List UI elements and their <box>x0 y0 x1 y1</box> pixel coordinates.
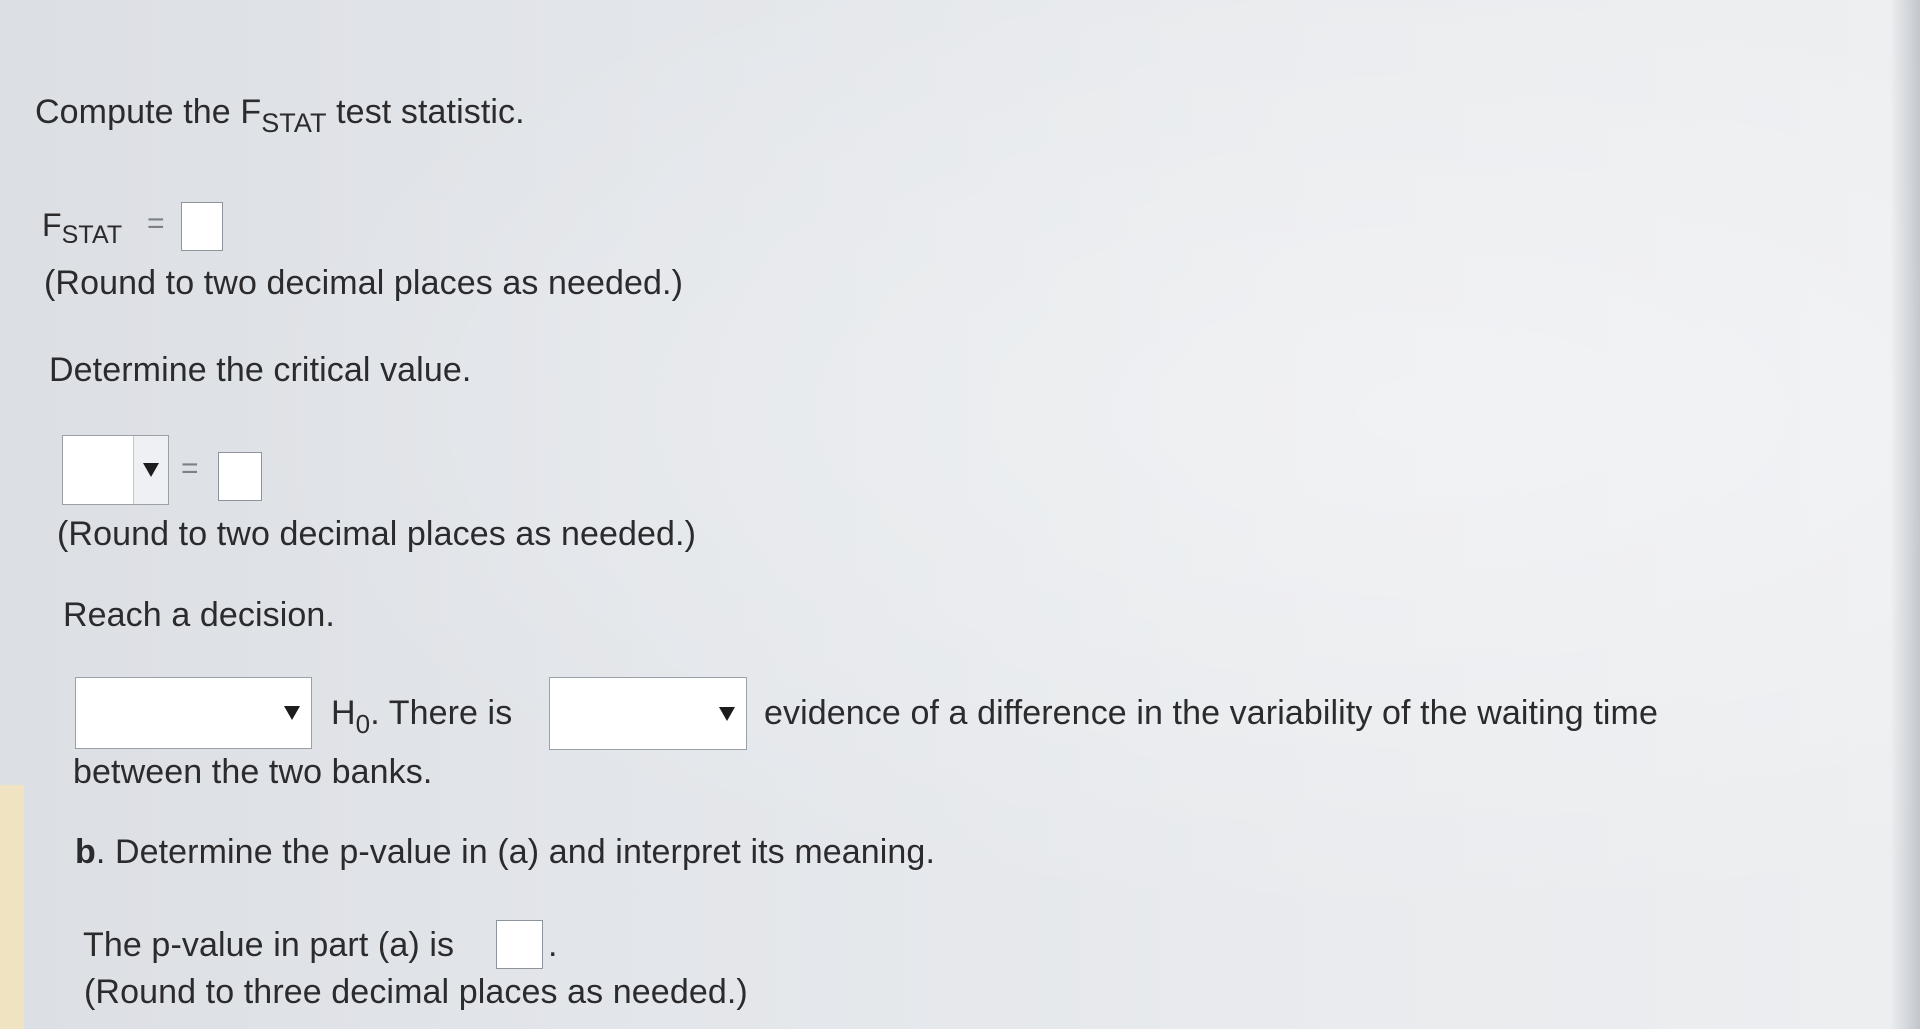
between-banks-text: between the two banks. <box>73 753 433 791</box>
fstat-subscript: STAT <box>61 221 123 249</box>
compute-suffix: test statistic. <box>336 93 525 131</box>
part-b-heading-text: . Determine the p-value in (a) and inter… <box>95 833 935 871</box>
pvalue-prefix: The p-value in part (a) is <box>83 926 455 964</box>
critical-value-select[interactable] <box>62 435 169 505</box>
left-edge-highlight <box>0 785 24 1029</box>
compute-prefix: Compute the F <box>35 93 262 131</box>
h0-there-is: H0. There is <box>331 693 513 739</box>
fstat-label: FSTAT <box>42 205 123 249</box>
compute-heading: Compute the FSTAT test statistic. <box>35 92 525 138</box>
fstat-equals: = <box>147 207 165 240</box>
critical-equals: = <box>181 452 199 485</box>
h0-letter: H <box>331 694 356 732</box>
decision-select-arrow[interactable] <box>273 678 311 748</box>
there-is-text: . There is <box>370 694 513 732</box>
part-b-heading: b. Determine the p-value in (a) and inte… <box>75 832 935 872</box>
part-b-label: b <box>75 833 96 871</box>
evidence-text: evidence of a difference in the variabil… <box>764 694 1658 732</box>
triangle-down-icon <box>719 706 735 721</box>
round-two-note-2: (Round to two decimal places as needed.) <box>57 515 697 553</box>
critical-heading: Determine the critical value. <box>49 351 472 389</box>
decision-select[interactable] <box>75 677 312 749</box>
right-edge-shadow <box>1890 0 1920 1029</box>
round-two-note-1: (Round to two decimal places as needed.) <box>44 264 684 302</box>
fstat-answer-input[interactable] <box>181 202 223 251</box>
compute-subscript: STAT <box>261 108 327 138</box>
triangle-down-icon <box>284 706 300 720</box>
fstat-letter: F <box>42 207 62 243</box>
evidence-select[interactable] <box>549 677 747 750</box>
critical-value-input[interactable] <box>218 452 262 501</box>
pvalue-suffix: . <box>548 926 558 964</box>
round-three-note: (Round to three decimal places as needed… <box>84 973 748 1011</box>
critical-select-arrow[interactable] <box>133 436 168 504</box>
triangle-down-icon <box>143 463 159 477</box>
h0-subscript: 0 <box>355 709 371 739</box>
evidence-select-arrow[interactable] <box>708 678 746 749</box>
pvalue-input[interactable] <box>496 920 543 969</box>
decision-heading: Reach a decision. <box>63 596 335 634</box>
